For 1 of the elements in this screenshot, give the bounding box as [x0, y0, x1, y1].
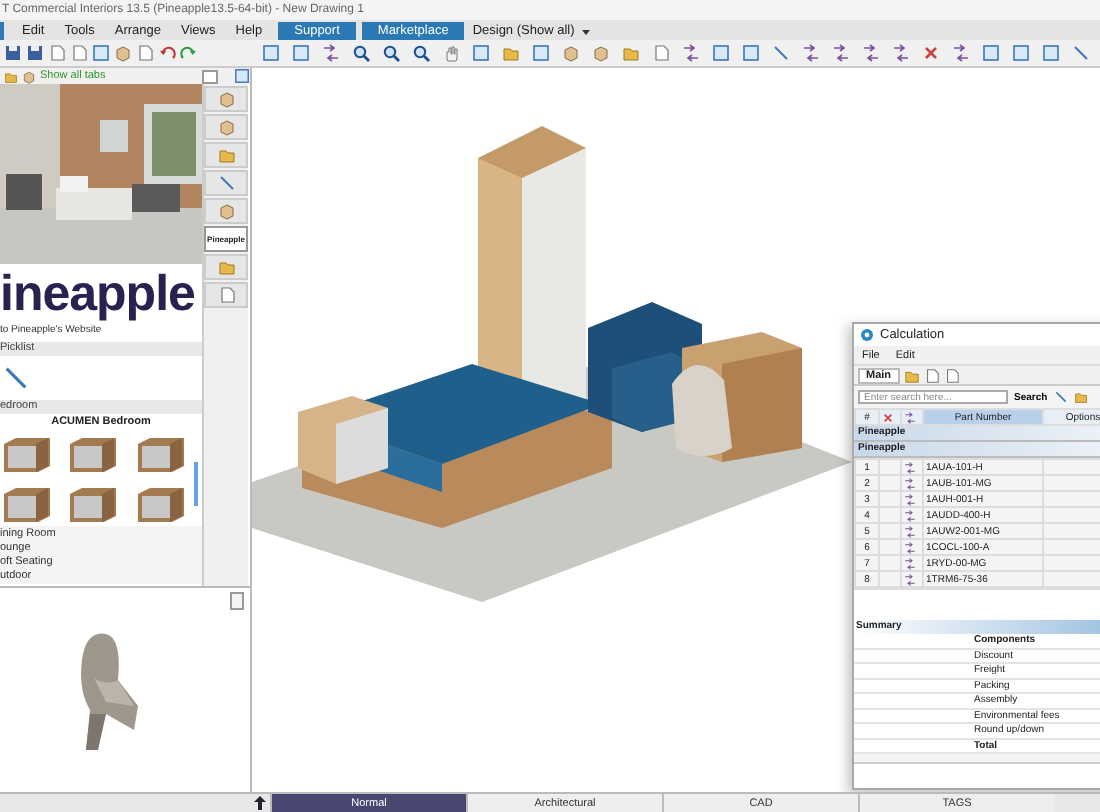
brand-logo: ineapple	[0, 264, 197, 324]
